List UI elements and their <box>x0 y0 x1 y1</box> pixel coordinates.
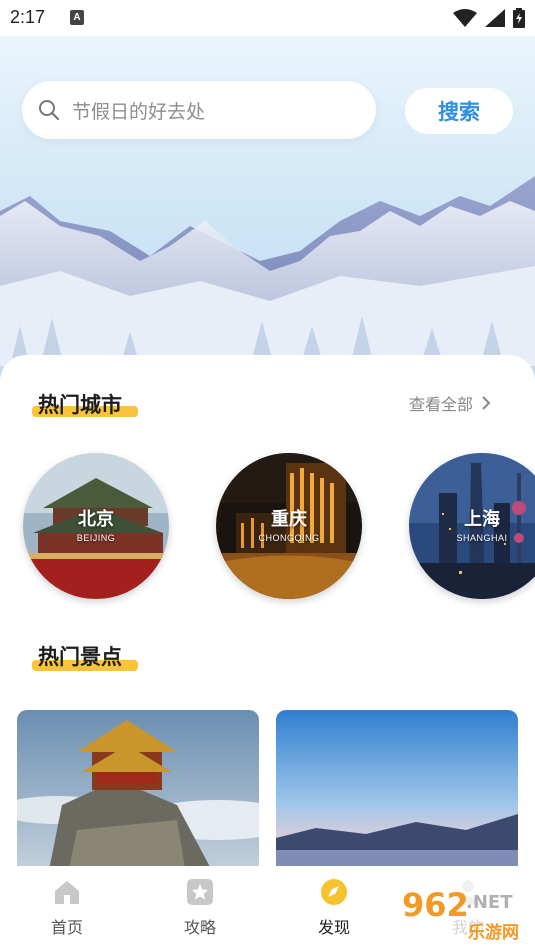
spot-image <box>17 710 259 875</box>
status-icons <box>453 8 525 28</box>
signal-icon <box>485 9 505 27</box>
city-name: 上海 <box>464 509 500 530</box>
city-name-en: CHONGQING <box>258 533 320 543</box>
battery-icon <box>513 8 525 28</box>
view-all-link[interactable]: 查看全部 <box>409 391 491 415</box>
city-name-en: BEIJING <box>76 533 116 543</box>
city-name: 北京 <box>78 509 114 530</box>
watermark-brand: 962 <box>402 886 469 924</box>
search-icon <box>39 100 60 121</box>
tab-discover[interactable]: 发现 <box>294 878 374 938</box>
city-name: 重庆 <box>271 509 307 530</box>
status-time: 2:17 <box>10 7 46 27</box>
city-name-en: SHANGHAI <box>456 533 508 543</box>
view-all-label: 查看全部 <box>408 395 473 414</box>
hot-cities-title: 热门城市 <box>38 393 122 417</box>
content-panel: 热门城市 查看全部 北京 BEIJING 重庆 CHONGQING 上海 SHA… <box>0 355 535 875</box>
tab-label: 攻略 <box>183 918 216 937</box>
search-placeholder: 节假日的好去处 <box>72 100 206 123</box>
spot-card[interactable] <box>276 710 518 875</box>
tab-guide[interactable]: 攻略 <box>160 878 240 938</box>
status-bar: 2:17 A <box>0 0 535 36</box>
city-card-shanghai[interactable]: 上海 SHANGHAI <box>409 453 535 599</box>
watermark-caption: 乐游网 <box>468 922 519 943</box>
city-card-chongqing[interactable]: 重庆 CHONGQING <box>216 453 362 599</box>
notification-icon: A <box>70 10 84 25</box>
search-button[interactable]: 搜索 <box>405 88 513 134</box>
hot-spots-title: 热门景点 <box>38 645 122 669</box>
tab-home[interactable]: 首页 <box>27 878 107 938</box>
watermark-suffix: .NET <box>466 892 513 913</box>
search-input[interactable]: 节假日的好去处 <box>22 81 376 139</box>
tab-label: 发现 <box>317 918 350 937</box>
star-icon <box>187 879 213 905</box>
chevron-right-icon <box>482 396 491 410</box>
compass-icon <box>321 879 347 905</box>
spot-card[interactable] <box>17 710 259 875</box>
tab-label: 首页 <box>50 918 83 937</box>
site-watermark-logo: 962 .NET 乐游网 <box>398 880 533 946</box>
home-icon <box>55 881 79 904</box>
city-card-beijing[interactable]: 北京 BEIJING <box>23 453 169 599</box>
spot-image <box>276 710 518 875</box>
wifi-icon <box>453 9 477 27</box>
